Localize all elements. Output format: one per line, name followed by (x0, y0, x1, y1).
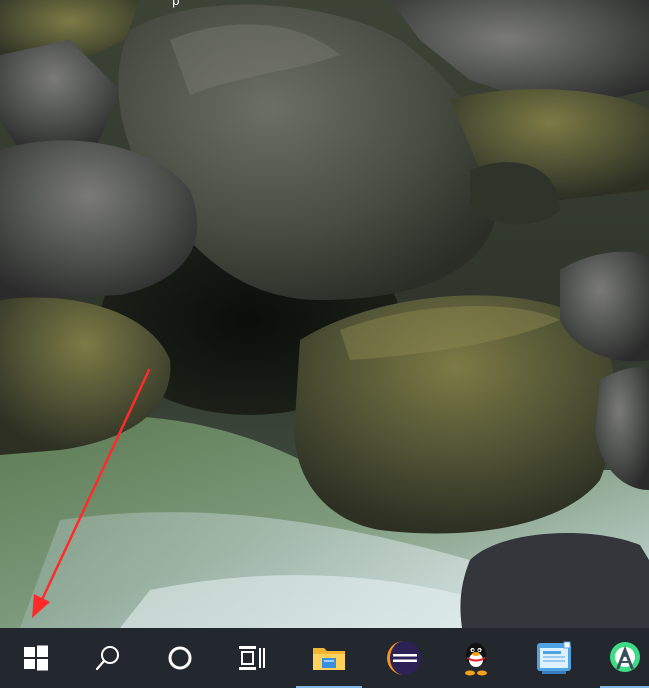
file-explorer-button[interactable] (296, 628, 362, 688)
task-view-icon (239, 646, 265, 670)
cortana-button[interactable] (144, 628, 216, 688)
search-button[interactable] (72, 628, 144, 688)
task-view-button[interactable] (216, 628, 288, 688)
android-studio-button[interactable] (600, 628, 649, 688)
windows-logo-icon (24, 645, 48, 671)
app-window-icon (537, 641, 571, 674)
desktop-wallpaper (0, 0, 649, 628)
android-studio-icon (609, 642, 640, 672)
eclipse-icon (387, 641, 421, 675)
partial-desktop-text: p (172, 0, 180, 8)
search-icon (95, 646, 119, 671)
taskbar (0, 628, 649, 688)
folder-icon (313, 648, 345, 670)
desktop: p (0, 0, 649, 688)
eclipse-button[interactable] (368, 628, 440, 688)
qq-button[interactable] (440, 628, 512, 688)
qq-penguin-icon (465, 643, 487, 676)
start-button[interactable] (0, 628, 72, 688)
cortana-ring-icon (168, 646, 192, 670)
app-window-button[interactable] (512, 628, 596, 688)
